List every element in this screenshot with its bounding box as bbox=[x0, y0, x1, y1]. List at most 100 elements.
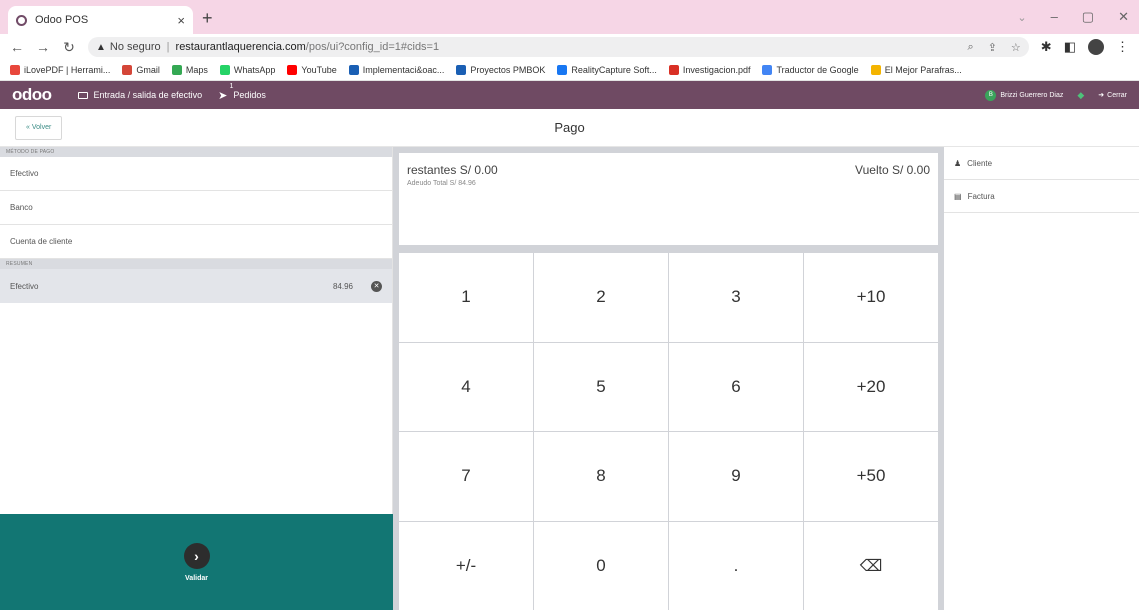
cashier-button[interactable]: B Brizzi Guerrero Diaz bbox=[985, 89, 1064, 101]
bookmark-item[interactable]: Investigacion.pdf bbox=[668, 65, 750, 75]
odoo-logo: odoo bbox=[12, 85, 52, 104]
side-panel-icon[interactable]: ◧ bbox=[1064, 39, 1076, 55]
bookmark-favicon-icon bbox=[456, 65, 467, 75]
extensions-area: ✱ ◧ ⋮ bbox=[1041, 39, 1129, 55]
tab-search-icon[interactable]: ⌄ bbox=[1017, 11, 1026, 25]
customer-label: Cliente bbox=[967, 158, 993, 168]
methods-header: MÉTODO DE PAGO bbox=[0, 147, 392, 157]
method-bank[interactable]: Banco bbox=[0, 191, 392, 225]
url-input[interactable]: ▲ No seguro | restaurantlaquerencia.com … bbox=[88, 37, 1029, 57]
menu-dots-icon[interactable]: ⋮ bbox=[1116, 39, 1129, 55]
numpad-key[interactable]: +50 bbox=[804, 432, 938, 521]
validate-button[interactable]: › Validar bbox=[0, 514, 393, 610]
bookmark-label: iLovePDF | Herrami... bbox=[24, 65, 111, 75]
bookmarks-bar: iLovePDF | Herrami... Gmail Maps WhatsApp Yo… bbox=[0, 60, 1139, 81]
bookmark-favicon-icon bbox=[122, 65, 133, 75]
forward-arrow-icon[interactable]: → bbox=[36, 39, 50, 55]
new-tab-button[interactable]: + bbox=[202, 8, 213, 28]
bookmark-favicon-icon bbox=[10, 65, 20, 75]
numpad-key[interactable]: +20 bbox=[804, 342, 938, 431]
payment-line[interactable]: Efectivo 84.96 ✕ bbox=[0, 269, 392, 303]
bookmark-favicon-icon bbox=[668, 65, 679, 75]
chevron-right-icon: › bbox=[183, 542, 210, 569]
numpad-key[interactable]: 5 bbox=[534, 342, 668, 431]
bookmark-label: RealityCapture Soft... bbox=[571, 65, 657, 75]
close-session-button[interactable]: ➜ Cerrar bbox=[1098, 91, 1127, 100]
numpad: 1 2 3 +10 4 5 6 +20 7 8 9 +50 +/- 0. ⌫ bbox=[399, 253, 938, 610]
numpad-key[interactable]: . bbox=[669, 521, 803, 610]
window-controls: ⌄ – ▢ ✕ bbox=[1017, 9, 1129, 25]
remove-line-icon[interactable]: ✕ bbox=[371, 280, 382, 292]
bookmark-favicon-icon bbox=[870, 65, 881, 75]
numpad-key[interactable]: 8 bbox=[534, 432, 668, 521]
back-arrow-icon[interactable]: ← bbox=[10, 39, 24, 55]
bookmark-item[interactable]: Gmail bbox=[122, 65, 160, 75]
zoom-icon[interactable]: ⌕ bbox=[968, 41, 974, 54]
numpad-key[interactable]: 9 bbox=[669, 432, 803, 521]
share-icon[interactable]: ⇪ bbox=[988, 41, 997, 54]
bookmark-item[interactable]: Proyectos PMBOK bbox=[456, 65, 545, 75]
numpad-key[interactable]: 7 bbox=[399, 432, 533, 521]
numpad-key[interactable]: 0 bbox=[534, 521, 668, 610]
bookmark-item[interactable]: Maps bbox=[171, 65, 208, 75]
bookmark-label: YouTube bbox=[301, 65, 337, 75]
method-customer-account[interactable]: Cuenta de cliente bbox=[0, 225, 392, 259]
profile-avatar-icon[interactable] bbox=[1088, 39, 1104, 55]
orders-icon: ➤ 1 bbox=[218, 82, 234, 102]
numpad-key[interactable]: 4 bbox=[399, 342, 533, 431]
numpad-key[interactable]: 6 bbox=[669, 342, 803, 431]
numpad-key[interactable]: +10 bbox=[804, 253, 938, 342]
bookmark-item[interactable]: RealityCapture Soft... bbox=[557, 65, 657, 75]
reload-icon[interactable]: ↻ bbox=[62, 39, 76, 56]
url-host: restaurantlaquerencia.com bbox=[175, 41, 306, 53]
numpad-key[interactable]: +/- bbox=[399, 521, 533, 610]
summary-header: RESUMEN bbox=[0, 259, 392, 269]
bookmark-item[interactable]: WhatsApp bbox=[219, 65, 275, 75]
wifi-icon: ◆ bbox=[1077, 89, 1085, 100]
security-label: No seguro bbox=[109, 41, 161, 53]
user-icon: ♟ bbox=[954, 158, 962, 168]
bookmark-item[interactable]: Implementaci&oac... bbox=[348, 65, 445, 75]
bookmark-favicon-icon bbox=[762, 65, 773, 75]
status-row: restantes S/ 0.00 Vuelto S/ 0.00 bbox=[407, 163, 930, 177]
backspace-icon[interactable]: ⌫ bbox=[804, 521, 938, 610]
validate-label: Validar bbox=[185, 574, 208, 582]
odoo-favicon-icon bbox=[16, 14, 27, 26]
method-cash[interactable]: Efectivo bbox=[0, 157, 392, 191]
extensions-puzzle-icon[interactable]: ✱ bbox=[1041, 39, 1052, 55]
cash-in-out-label: Entrada / salida de efectivo bbox=[93, 90, 203, 100]
bookmark-item[interactable]: iLovePDF | Herrami... bbox=[10, 65, 110, 75]
bookmark-item[interactable]: Traductor de Google bbox=[762, 65, 859, 75]
bookmark-star-icon[interactable]: ☆ bbox=[1011, 41, 1021, 54]
browser-tab-bar: Odoo POS × + ⌄ – ▢ ✕ bbox=[0, 0, 1139, 34]
numpad-key[interactable]: 2 bbox=[534, 253, 668, 342]
bookmark-label: El Mejor Parafras... bbox=[884, 65, 962, 75]
customer-button[interactable]: ♟ Cliente bbox=[944, 147, 1139, 180]
maximize-icon[interactable]: ▢ bbox=[1082, 9, 1094, 25]
browser-tab[interactable]: Odoo POS × bbox=[8, 6, 193, 34]
bookmark-item[interactable]: El Mejor Parafras... bbox=[870, 65, 962, 75]
bookmark-item[interactable]: YouTube bbox=[287, 65, 337, 75]
window-close-icon[interactable]: ✕ bbox=[1118, 9, 1129, 25]
back-button[interactable]: « Volver bbox=[15, 115, 63, 140]
invoice-label: Factura bbox=[967, 191, 995, 201]
minimize-icon[interactable]: – bbox=[1051, 9, 1058, 25]
numpad-key[interactable]: 1 bbox=[399, 253, 533, 342]
payment-line-method: Efectivo bbox=[10, 281, 39, 291]
cashier-name: Brizzi Guerrero Diaz bbox=[1000, 91, 1064, 99]
bookmark-favicon-icon bbox=[348, 65, 359, 75]
orders-button[interactable]: ➤ 1 Pedidos bbox=[218, 82, 266, 102]
address-bar: ← → ↻ ▲ No seguro | restaurantlaquerenci… bbox=[0, 34, 1139, 60]
tab-close-icon[interactable]: × bbox=[177, 13, 185, 28]
invoice-button[interactable]: ▤ Factura bbox=[944, 180, 1139, 213]
sign-out-icon: ➜ bbox=[1098, 92, 1105, 99]
payment-line-amount: 84.96 bbox=[332, 281, 353, 291]
cash-in-out-button[interactable]: Entrada / salida de efectivo bbox=[77, 90, 203, 100]
numpad-key[interactable]: 3 bbox=[669, 253, 803, 342]
bookmark-label: Implementaci&oac... bbox=[362, 65, 445, 75]
tab-title: Odoo POS bbox=[35, 14, 89, 26]
close-label: Cerrar bbox=[1107, 91, 1127, 99]
payment-options-pane: ♟ Cliente ▤ Factura bbox=[944, 147, 1139, 610]
payment-top-row: « Volver Pago bbox=[0, 109, 1139, 147]
payment-center-pane: restantes S/ 0.00 Vuelto S/ 0.00 Adeudo … bbox=[393, 147, 944, 610]
